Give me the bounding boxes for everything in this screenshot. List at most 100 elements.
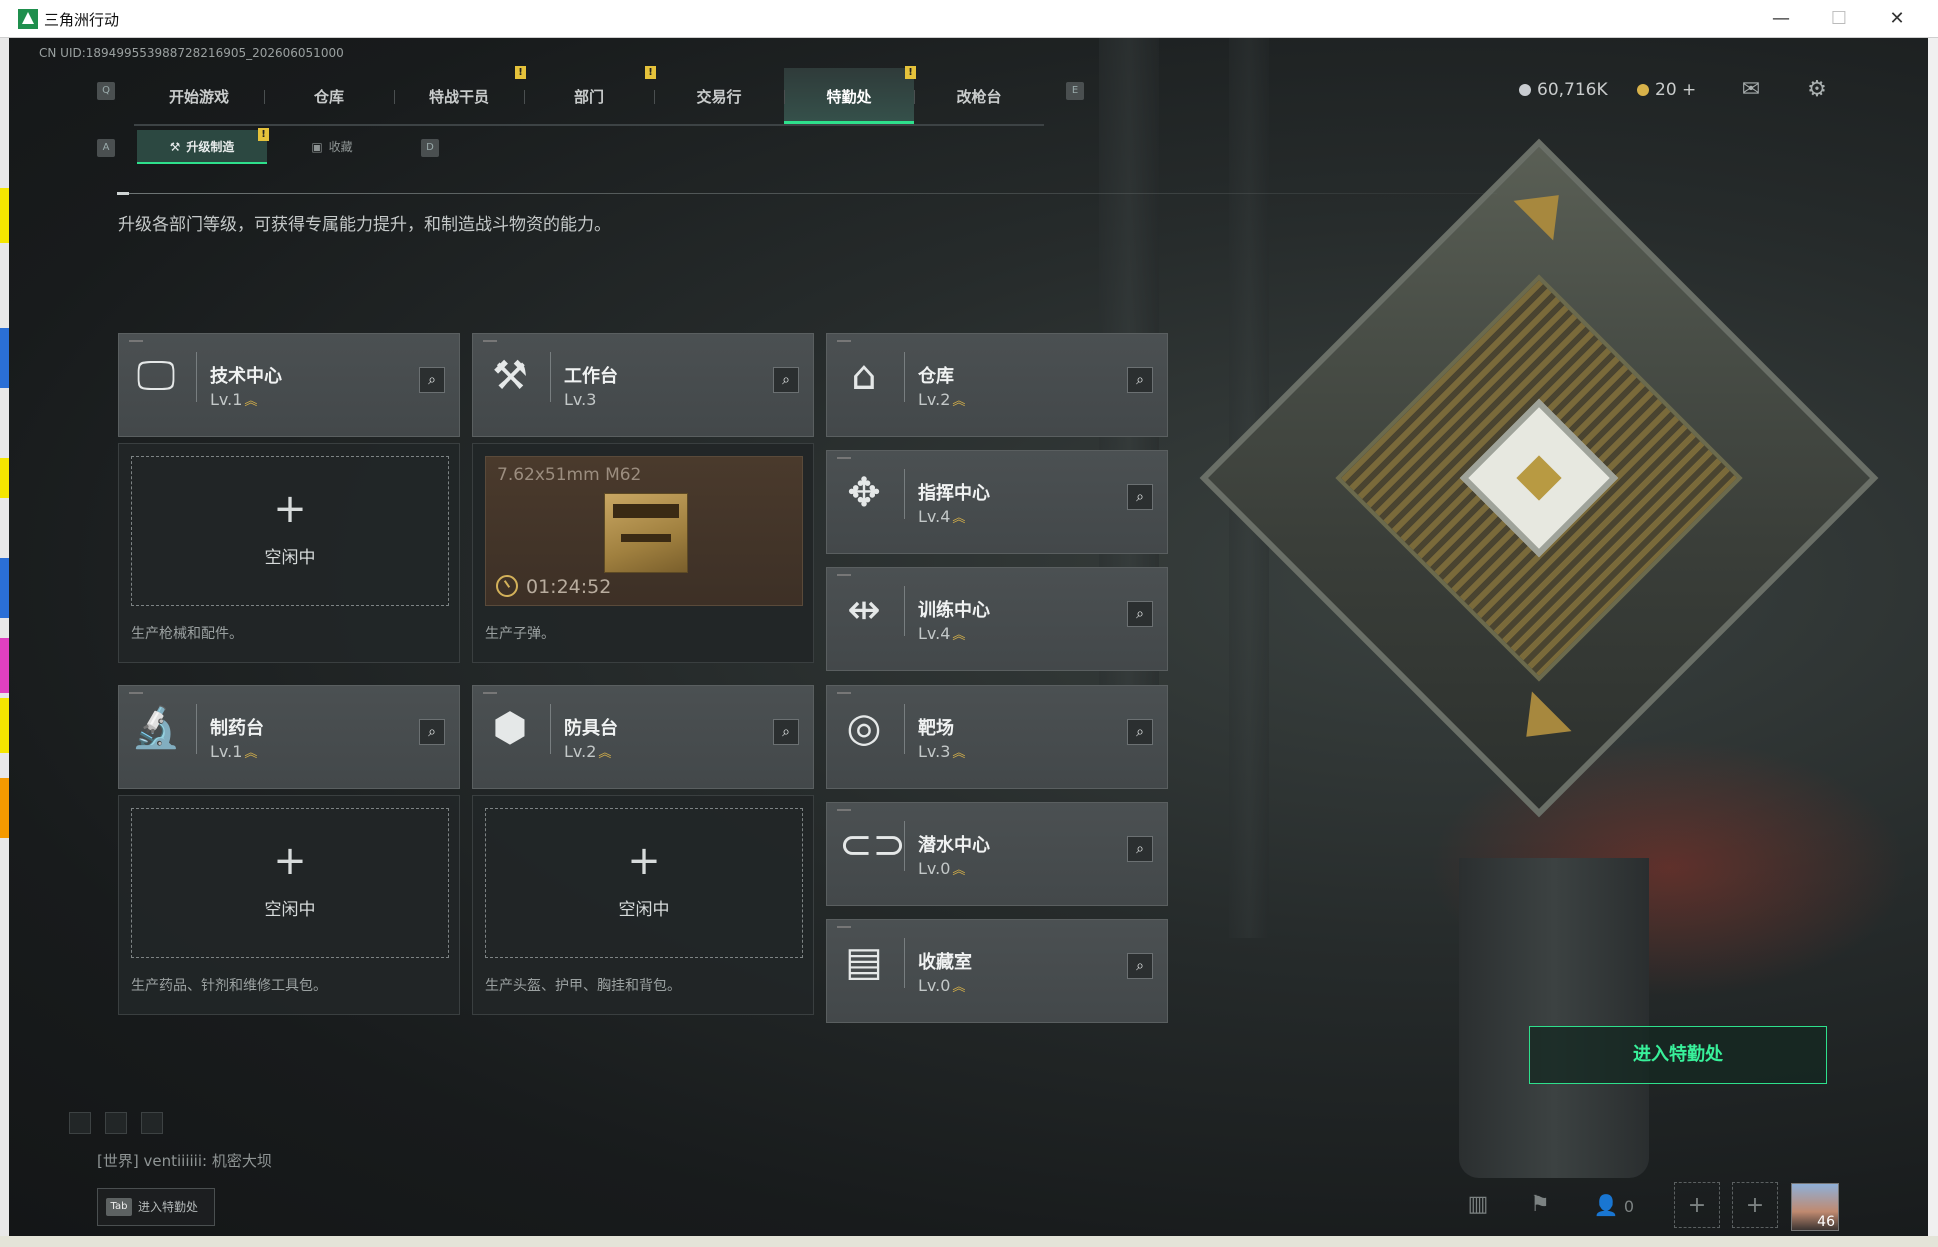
silver-currency[interactable]: 60,716K — [1519, 80, 1608, 100]
nav-prev-key[interactable]: Q — [97, 82, 115, 100]
subnav-prev-key[interactable]: A — [97, 139, 115, 157]
maximize-button[interactable]: ☐ — [1816, 4, 1862, 34]
production-slot-idle[interactable]: + 空闲中 — [485, 808, 803, 958]
team-count[interactable]: 👤 0 — [1584, 1182, 1644, 1228]
subnav-next-key[interactable]: D — [421, 139, 439, 157]
collection-icon: ▣ — [311, 140, 323, 154]
desktop-strip-right — [1928, 38, 1938, 1247]
tab-gunsmith[interactable]: 改枪台 — [914, 68, 1044, 124]
upgrade-chevron-icon: ︽ — [952, 394, 966, 409]
quick-slot[interactable] — [69, 1112, 91, 1134]
collection-icon: ▤ — [845, 939, 883, 985]
crafting-slot-active[interactable]: 7.62x51mm M62 01:24:52 — [485, 456, 803, 606]
cube-pedestal — [1459, 858, 1649, 1178]
timer-icon — [496, 575, 518, 597]
nav-next-key[interactable]: E — [1066, 82, 1084, 100]
dept-card-diving-center[interactable]: ⊂⊃ 潜水中心 Lv.0 ︽ ⌕ — [826, 802, 1168, 906]
tab-warehouse[interactable]: 仓库 — [264, 68, 394, 124]
mail-icon[interactable]: ✉ — [1737, 78, 1765, 102]
main-nav: 开始游戏 仓库 特战干员! 部门! 交易行 特勤处! 改枪台 — [134, 66, 1044, 126]
invite-slot-button[interactable]: + — [1674, 1182, 1720, 1228]
chat-message[interactable]: [世界] ventiiiiii: 机密大坝 — [97, 1150, 272, 1171]
game-viewport: CN UID:18949955398872821690​5_2026060510… — [9, 38, 1928, 1236]
production-panel-workbench: 7.62x51mm M62 01:24:52 生产子弹。 — [472, 443, 814, 663]
search-icon[interactable]: ⌕ — [773, 719, 799, 745]
app-logo-icon — [18, 9, 38, 29]
tab-key: Tab — [106, 1198, 132, 1216]
warehouse-icon: ⌂ — [851, 353, 877, 399]
window-title: 三角洲行动 — [44, 11, 120, 29]
search-icon[interactable]: ⌕ — [1127, 953, 1153, 979]
dept-card-training-center[interactable]: ⇹ 训练中心 Lv.4 ︽ ⌕ — [826, 567, 1168, 671]
cube-core — [1459, 398, 1619, 558]
subtab-collection[interactable]: ▣ 收藏 — [267, 130, 397, 164]
upgrade-chevron-icon: ︽ — [598, 746, 612, 761]
upgrade-chevron-icon: ︽ — [952, 746, 966, 761]
tab-special-ops[interactable]: 特勤处! — [784, 66, 916, 124]
search-icon[interactable]: ⌕ — [419, 719, 445, 745]
quick-slot[interactable] — [105, 1112, 127, 1134]
craft-icon: ⚒ — [169, 140, 181, 154]
tab-start-game[interactable]: 开始游戏 — [134, 68, 264, 124]
command-icon: ✥ — [847, 470, 881, 516]
upgrade-chevron-icon: ︽ — [952, 628, 966, 643]
quick-slot[interactable] — [141, 1112, 163, 1134]
dept-card-command-center[interactable]: ✥ 指挥中心 Lv.4 ︽ ⌕ — [826, 450, 1168, 554]
upgrade-chevron-icon: ︽ — [244, 394, 258, 409]
tab-departments[interactable]: 部门! — [524, 66, 656, 124]
dept-card-tech-center[interactable]: 🖵 技术中心 Lv.1 ︽ ⌕ — [118, 333, 460, 437]
subtab-upgrade-craft[interactable]: ⚒ 升级制造! — [137, 128, 269, 164]
silver-coin-icon — [1519, 84, 1531, 96]
sub-nav: ⚒ 升级制造! ▣ 收藏 — [137, 128, 397, 164]
search-icon[interactable]: ⌕ — [1127, 836, 1153, 862]
search-icon[interactable]: ⌕ — [1127, 367, 1153, 393]
invite-slot-button[interactable]: + — [1732, 1182, 1778, 1228]
plus-icon: + — [273, 838, 307, 884]
stats-icon[interactable]: ▥ — [1455, 1182, 1501, 1228]
production-panel-tech: + 空闲中 生产枪械和配件。 — [118, 443, 460, 663]
search-icon[interactable]: ⌕ — [419, 367, 445, 393]
avatar[interactable]: 46 — [1791, 1183, 1839, 1231]
crafting-timer: 01:24:52 — [526, 576, 612, 598]
tools-icon: ⚒ — [492, 353, 528, 399]
person-icon: 👤 — [1593, 1193, 1619, 1217]
close-button[interactable]: ✕ — [1874, 4, 1920, 34]
tab-hint-button[interactable]: Tab 进入特勤处 — [97, 1188, 215, 1226]
search-icon[interactable]: ⌕ — [1127, 484, 1153, 510]
search-icon[interactable]: ⌕ — [1127, 601, 1153, 627]
enter-special-ops-button[interactable]: 进入特勤处 — [1529, 1026, 1827, 1084]
crafting-item-name: 7.62x51mm M62 — [497, 465, 642, 485]
player-level: 46 — [1817, 1214, 1835, 1230]
special-ops-cube-model — [1199, 138, 1879, 818]
target-icon: ◎ — [846, 705, 882, 751]
monitor-icon: 🖵 — [136, 353, 176, 399]
gear-icon[interactable]: ⚙ — [1803, 78, 1831, 102]
window-titlebar: 三角洲行动 — ☐ ✕ — [0, 0, 1938, 38]
page-description: 升级各部门等级，可获得专属能力提升，和制造战斗物资的能力。 — [118, 215, 611, 235]
production-slot-idle[interactable]: + 空闲中 — [131, 808, 449, 958]
dept-card-collection-room[interactable]: ▤ 收藏室 Lv.0 ︽ ⌕ — [826, 919, 1168, 1023]
dept-card-pharmacy[interactable]: 🔬 制药台 Lv.1 ︽ ⌕ — [118, 685, 460, 789]
gold-coin-icon — [1637, 84, 1649, 96]
diving-mask-icon: ⊂⊃ — [839, 822, 907, 868]
dept-card-armor-bench[interactable]: ⬢ 防具台 Lv.2 ︽ ⌕ — [472, 685, 814, 789]
search-icon[interactable]: ⌕ — [1127, 719, 1153, 745]
header-divider — [117, 192, 1497, 195]
desktop-strip-bottom — [0, 1236, 1938, 1247]
dept-card-shooting-range[interactable]: ◎ 靶场 Lv.3 ︽ ⌕ — [826, 685, 1168, 789]
flag-icon[interactable]: ⚑ — [1517, 1182, 1563, 1228]
plus-icon: + — [273, 486, 307, 532]
gold-currency[interactable]: 20 + — [1637, 80, 1696, 100]
upgrade-chevron-icon: ︽ — [952, 511, 966, 526]
plus-icon: + — [627, 838, 661, 884]
tab-operators[interactable]: 特战干员! — [394, 66, 526, 124]
tab-trade[interactable]: 交易行 — [654, 68, 784, 124]
production-panel-pharmacy: + 空闲中 生产药品、针剂和维修工具包。 — [118, 795, 460, 1015]
dept-card-workbench[interactable]: ⚒ 工作台 Lv.3 ⌕ — [472, 333, 814, 437]
dept-card-warehouse[interactable]: ⌂ 仓库 Lv.2 ︽ ⌕ — [826, 333, 1168, 437]
ammo-box-image — [604, 493, 688, 573]
desktop-strip-left — [0, 38, 9, 1247]
minimize-button[interactable]: — — [1758, 4, 1804, 34]
search-icon[interactable]: ⌕ — [773, 367, 799, 393]
production-slot-idle[interactable]: + 空闲中 — [131, 456, 449, 606]
